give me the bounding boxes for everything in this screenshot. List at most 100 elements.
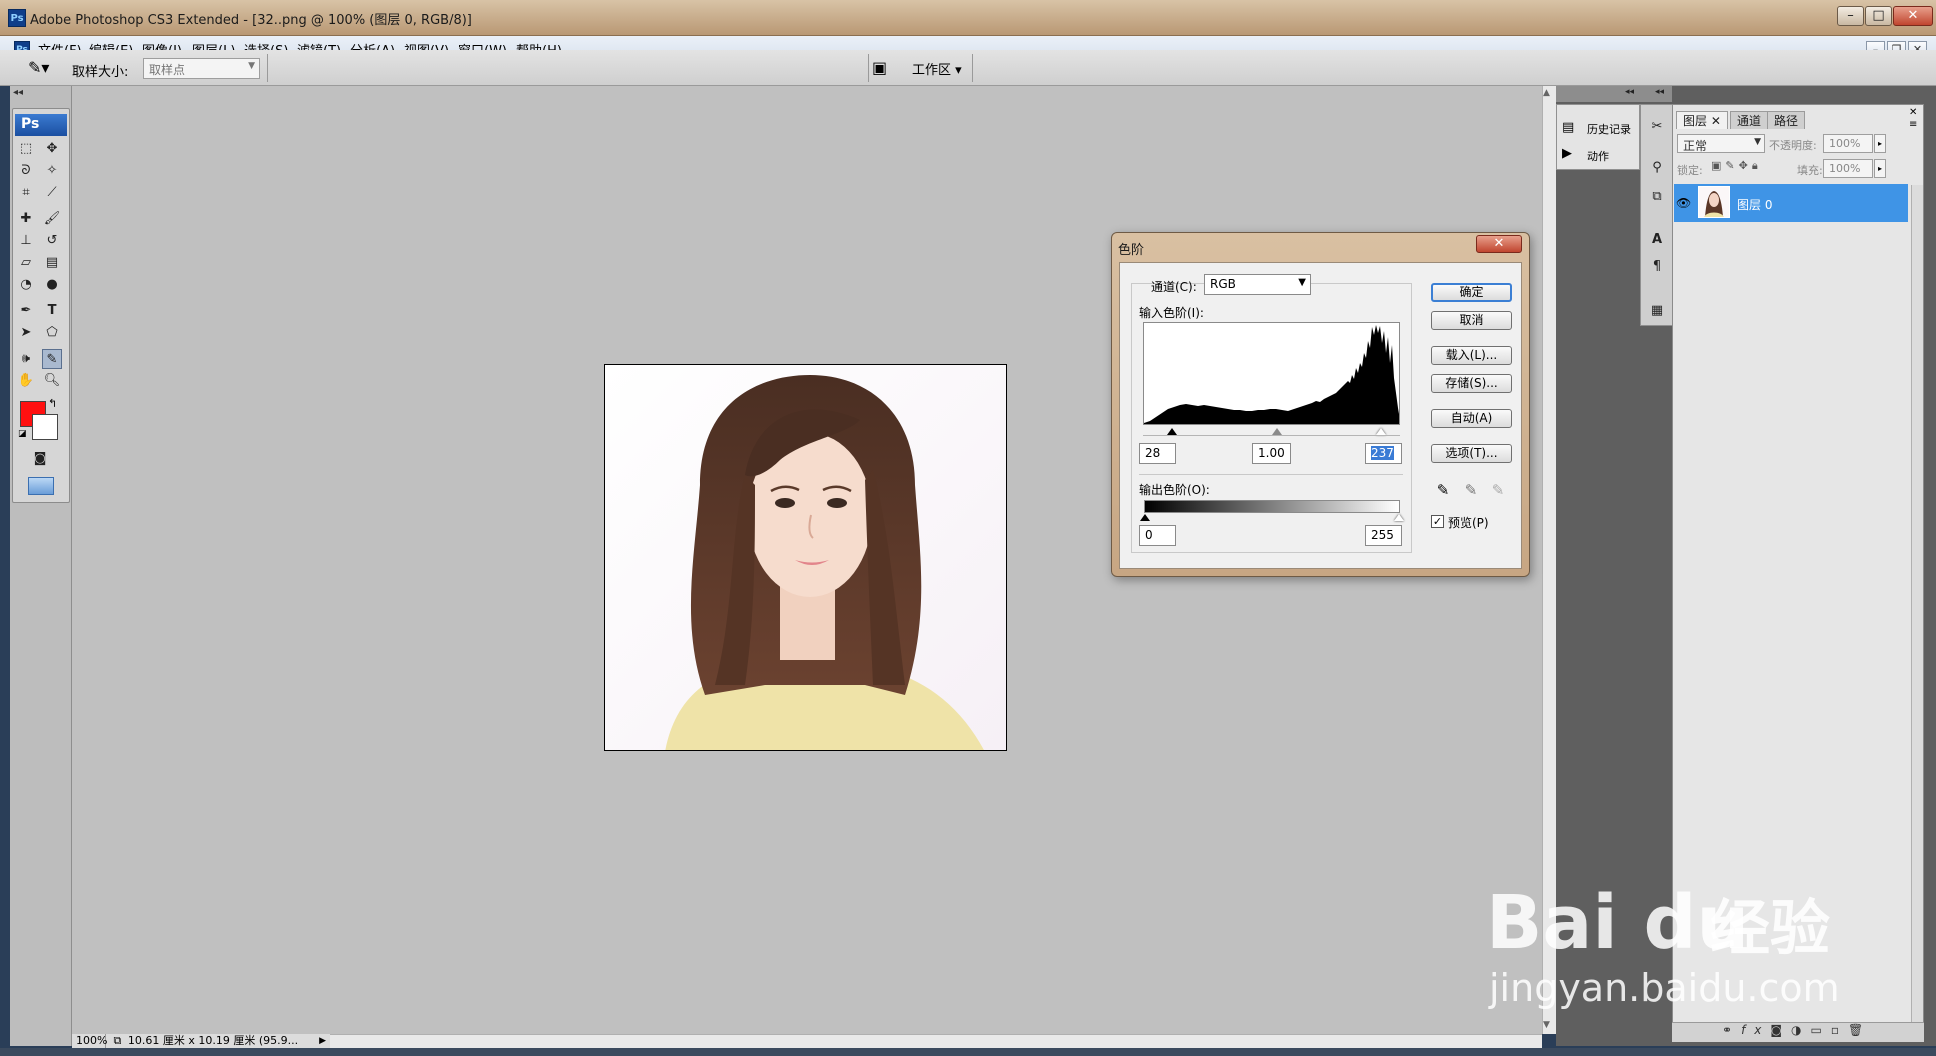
character-icon[interactable]: A — [1647, 230, 1667, 250]
opacity-input[interactable]: 100% — [1823, 134, 1873, 153]
tab-channels[interactable]: 通道 — [1730, 111, 1769, 129]
cancel-button[interactable]: 取消 — [1431, 311, 1512, 330]
scroll-up-icon[interactable]: ▲ — [1543, 88, 1550, 98]
default-colors-icon[interactable]: ◪ — [18, 429, 27, 439]
opacity-slider-arrow-icon[interactable]: ▸ — [1874, 134, 1886, 153]
status-menu-arrow-icon[interactable]: ▶ — [319, 1034, 326, 1048]
lasso-tool-icon[interactable]: ᘐ — [16, 161, 36, 181]
baidu-watermark-url: jingyan.baidu.com — [1489, 966, 1840, 1010]
collapse-icon[interactable]: ◂◂ — [13, 87, 23, 98]
history-panel-button[interactable]: 历史记录 — [1587, 121, 1631, 137]
dodge-tool-icon[interactable]: ● — [42, 275, 62, 295]
eyedropper-tool-icon[interactable]: ✎ — [42, 349, 62, 369]
sample-size-label: 取样大小: — [72, 65, 129, 80]
notes-tool-icon[interactable]: 🕪 — [16, 349, 36, 369]
minimize-button[interactable]: – — [1837, 6, 1864, 26]
output-white-slider[interactable] — [1394, 514, 1404, 521]
path-selection-tool-icon[interactable]: ➤ — [16, 323, 36, 343]
black-point-eyedropper-icon[interactable]: ✎ — [1433, 480, 1453, 500]
sample-size-select[interactable]: 取样点 ▼ — [143, 58, 260, 79]
input-gamma-field[interactable]: 1.00 — [1252, 443, 1291, 464]
panel-icon-column — [1640, 104, 1674, 326]
panel-menu-icon[interactable]: ≡ — [1909, 119, 1917, 130]
eraser-tool-icon[interactable]: ▱ — [16, 253, 36, 273]
horizontal-scrollbar[interactable] — [330, 1034, 1542, 1048]
input-gamma-slider[interactable] — [1272, 428, 1282, 435]
blur-tool-icon[interactable]: ◔ — [16, 275, 36, 295]
quick-mask-icon[interactable]: ◙ — [30, 449, 50, 469]
type-tool-icon[interactable]: T — [42, 301, 62, 321]
layer-name[interactable]: 图层 0 — [1737, 196, 1772, 213]
layer-thumbnail-image — [1699, 187, 1729, 217]
input-white-value: 237 — [1371, 446, 1394, 460]
magic-wand-tool-icon[interactable]: ✧ — [42, 161, 62, 181]
channel-select[interactable]: RGB ▼ — [1204, 274, 1311, 295]
background-color-swatch[interactable] — [32, 414, 58, 440]
expand-dock-icon[interactable]: ◂◂ — [1625, 87, 1634, 97]
input-white-field[interactable]: 237 — [1365, 443, 1402, 464]
maximize-button[interactable]: □ — [1865, 6, 1892, 26]
output-black-field[interactable]: 0 — [1139, 525, 1176, 546]
gray-point-eyedropper-icon[interactable]: ✎ — [1461, 480, 1481, 500]
brush-tool-icon[interactable]: 🖌 — [42, 209, 62, 229]
lock-icons[interactable]: ▣✎✥🔒︎ — [1711, 159, 1762, 173]
white-point-eyedropper-icon[interactable]: ✎ — [1488, 480, 1508, 500]
close-button[interactable]: ✕ — [1893, 6, 1933, 26]
eyedropper-preset-icon[interactable]: ✎▾ — [28, 58, 49, 77]
actions-icon[interactable]: ▶ — [1562, 146, 1572, 161]
input-black-slider[interactable] — [1167, 428, 1177, 435]
output-black-slider[interactable] — [1140, 514, 1150, 521]
zoom-level[interactable]: 100% — [72, 1034, 107, 1048]
layers-scrollbar[interactable] — [1911, 185, 1923, 1041]
blend-mode-select[interactable]: 正常 ▼ — [1677, 134, 1765, 153]
shape-tool-icon[interactable]: ⬠ — [42, 323, 62, 343]
slice-tool-icon[interactable]: ⟋ — [42, 183, 62, 203]
history-icon[interactable]: ▤ — [1562, 120, 1574, 135]
actions-panel-button[interactable]: 动作 — [1587, 148, 1609, 164]
layer-thumbnail — [1698, 186, 1730, 218]
output-gradient-bar — [1144, 500, 1400, 513]
chevron-down-icon: ▼ — [1298, 277, 1306, 288]
tab-paths[interactable]: 路径 — [1767, 111, 1806, 129]
fill-input[interactable]: 100% — [1823, 159, 1873, 178]
crop-tool-icon[interactable]: ⌗ — [16, 183, 36, 203]
input-white-slider[interactable] — [1376, 428, 1386, 435]
clone-stamp-tool-icon[interactable]: ⊥ — [16, 231, 36, 251]
healing-brush-tool-icon[interactable]: ✚ — [16, 209, 36, 229]
paragraph-icon[interactable]: ¶ — [1647, 257, 1667, 277]
marquee-tool-icon[interactable]: ⬚ — [16, 139, 36, 159]
save-button[interactable]: 存储(S)... — [1431, 374, 1512, 393]
tools-preset-icon[interactable]: ✂ — [1647, 117, 1667, 137]
document-canvas[interactable] — [604, 364, 1007, 751]
layer-visibility-eye-icon[interactable]: 👁︎ — [1676, 196, 1691, 210]
fill-slider-arrow-icon[interactable]: ▸ — [1874, 159, 1886, 178]
output-white-field[interactable]: 255 — [1365, 525, 1402, 546]
input-black-field[interactable]: 28 — [1139, 443, 1176, 464]
auto-button[interactable]: 自动(A) — [1431, 409, 1512, 428]
clone-source-icon[interactable]: ⚲ — [1647, 158, 1667, 178]
layer-footer-icons[interactable]: ⚭fx◙◑▭▫🗑︎ — [1722, 1023, 1872, 1037]
ok-button[interactable]: 确定 — [1431, 283, 1512, 302]
bridge-icon[interactable]: ▣ — [872, 58, 887, 77]
swap-colors-icon[interactable]: ↰ — [48, 397, 57, 410]
preview-checkbox[interactable]: ✓ — [1431, 515, 1444, 528]
tab-layers[interactable]: 图层 ✕ — [1676, 111, 1728, 129]
gradient-tool-icon[interactable]: ▤ — [42, 253, 62, 273]
history-brush-tool-icon[interactable]: ↺ — [42, 231, 62, 251]
zoom-tool-icon[interactable]: 🔍︎ — [42, 371, 62, 391]
options-button[interactable]: 选项(T)... — [1431, 444, 1512, 463]
status-info-icon[interactable]: ⧉ — [110, 1034, 122, 1047]
panel-close-icon[interactable]: ✕ — [1909, 107, 1917, 118]
info-panel-icon[interactable]: ▦ — [1647, 301, 1667, 321]
layer-comps-icon[interactable]: ⧉ — [1647, 187, 1667, 207]
load-button[interactable]: 载入(L)... — [1431, 346, 1512, 365]
dialog-close-button[interactable]: ✕ — [1476, 235, 1522, 253]
photoshop-app-icon[interactable]: Ps — [8, 9, 26, 27]
workspace-menu[interactable]: 工作区 ▾ — [912, 59, 962, 78]
move-tool-icon[interactable]: ✥ — [42, 139, 62, 159]
pen-tool-icon[interactable]: ✒ — [16, 301, 36, 321]
screen-mode-icon[interactable] — [28, 477, 54, 495]
hand-tool-icon[interactable]: ✋ — [16, 371, 36, 391]
expand-dock-icon[interactable]: ◂◂ — [1655, 87, 1664, 97]
scroll-down-icon[interactable]: ▼ — [1543, 1020, 1550, 1030]
